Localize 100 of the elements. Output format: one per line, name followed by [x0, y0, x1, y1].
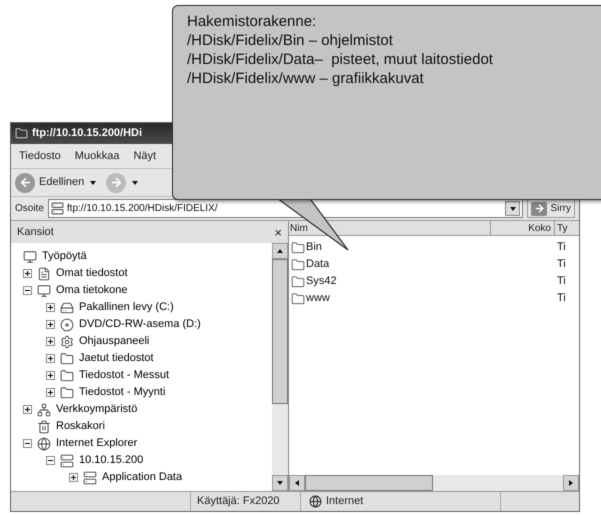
- collapse-toggle[interactable]: [23, 286, 32, 295]
- scroll-left-icon: [293, 479, 301, 487]
- drive-icon: [60, 300, 74, 314]
- callout-text: /HDisk/Fidelix/Bin – ohjelmistot: [187, 31, 394, 50]
- folder-icon: [291, 292, 305, 306]
- collapse-toggle[interactable]: [46, 456, 55, 465]
- column-header[interactable]: Ty: [555, 221, 579, 235]
- trash-icon: [37, 420, 51, 434]
- menu-item[interactable]: Näyt: [133, 148, 156, 164]
- computer-icon: [37, 284, 51, 298]
- callout-text: /HDisk/Fidelix/Data– pisteet, muut laitostiedot: [187, 50, 494, 69]
- menu-item[interactable]: Muokkaa: [74, 148, 120, 164]
- document-icon: [37, 266, 51, 280]
- plus-icon: [47, 338, 54, 345]
- server-icon: [83, 470, 97, 484]
- tree-item[interactable]: Roskakori: [56, 418, 105, 435]
- table-cell-text: Ti: [556, 274, 566, 290]
- plus-icon: [47, 321, 54, 328]
- plus-icon: [47, 355, 54, 362]
- folder-icon: [60, 368, 74, 382]
- server-icon: [50, 202, 64, 215]
- plus-icon: [24, 270, 31, 277]
- monitor-icon: [23, 250, 37, 264]
- caret-icon: [508, 204, 517, 212]
- menu-item[interactable]: Tiedosto: [19, 148, 61, 164]
- folder-icon: [60, 352, 74, 366]
- tree-item[interactable]: Oma tietokone: [56, 282, 128, 299]
- back-arrow-icon: [18, 176, 32, 189]
- vertical-scrollbar[interactable]: [272, 243, 288, 491]
- status-zone: Internet: [326, 494, 364, 510]
- tree-item[interactable]: Internet Explorer: [56, 435, 138, 452]
- status-text: Käyttäjä: Fx2020: [191, 492, 301, 511]
- plus-icon: [47, 389, 54, 396]
- plus-icon: [70, 474, 77, 481]
- plus-icon: [24, 406, 31, 413]
- tree-item[interactable]: Jaetut tiedostot: [79, 350, 154, 367]
- address-field[interactable]: ftp://10.10.15.200/HDisk/FIDELIX/: [48, 199, 524, 218]
- network-icon: [37, 402, 51, 416]
- expand-toggle[interactable]: [23, 405, 32, 414]
- tree-item[interactable]: Tiedostot - Messut: [79, 367, 170, 384]
- gear-icon: [60, 334, 74, 348]
- folder-icon: [60, 386, 74, 400]
- scroll-thumb[interactable]: [272, 259, 288, 404]
- go-arrow-icon: [534, 203, 545, 214]
- expand-toggle[interactable]: [46, 354, 55, 363]
- table-cell-text: Ti: [556, 257, 566, 272]
- expand-toggle[interactable]: [46, 371, 55, 380]
- tree-item[interactable]: Verkkoympäristö: [56, 401, 138, 418]
- minus-icon: [47, 457, 54, 464]
- forward-arrow-icon: [110, 176, 123, 189]
- plus-icon: [47, 372, 54, 379]
- file-name[interactable]: Bin: [306, 239, 322, 256]
- file-name[interactable]: Data: [306, 256, 330, 273]
- expand-toggle[interactable]: [69, 473, 78, 482]
- dropdown-button[interactable]: [505, 201, 520, 216]
- dropdown-arrow-icon: [131, 178, 140, 186]
- column-header[interactable]: Koko: [491, 221, 555, 235]
- tree-item[interactable]: Ohjauspaneeli: [79, 333, 150, 350]
- minus-icon: [24, 440, 31, 447]
- collapse-toggle[interactable]: [23, 439, 32, 448]
- scroll-down-icon: [276, 479, 284, 487]
- address-value: ftp://10.10.15.200/HDisk/FIDELIX/: [66, 202, 218, 216]
- file-name[interactable]: www: [306, 290, 330, 307]
- disc-icon: [60, 318, 74, 332]
- scroll-up-icon: [276, 247, 284, 255]
- window-title: ftp://10.10.15.200/HDi: [32, 126, 142, 142]
- tree-item[interactable]: Työpöytä: [42, 248, 87, 265]
- horizontal-scrollbar[interactable]: [289, 475, 579, 491]
- close-button[interactable]: ×: [274, 226, 282, 238]
- folder-icon: [15, 127, 28, 140]
- expand-toggle[interactable]: [46, 388, 55, 397]
- callout-text: Hakemistorakenne:: [187, 12, 318, 31]
- address-label: Osoite: [15, 202, 44, 216]
- tree-item[interactable]: Omat tiedostot: [56, 265, 128, 282]
- expand-toggle[interactable]: [46, 303, 55, 312]
- tree-item[interactable]: Application Data: [102, 469, 182, 486]
- back-button[interactable]: Edellinen: [15, 172, 84, 192]
- globe-icon: [37, 436, 51, 450]
- pane-title: Kansiot: [17, 224, 54, 240]
- expand-toggle[interactable]: [46, 337, 55, 346]
- scroll-thumb[interactable]: [305, 475, 433, 491]
- globe-icon: [309, 495, 322, 508]
- server-icon: [60, 454, 74, 468]
- plus-icon: [47, 304, 54, 311]
- folder-icon: [291, 274, 305, 288]
- tree-item[interactable]: DVD/CD-RW-asema (D:): [79, 316, 201, 333]
- file-name[interactable]: Sys42: [306, 273, 337, 290]
- tree-item[interactable]: Tiedostot - Myynti: [79, 384, 166, 401]
- scroll-right-icon: [567, 479, 575, 487]
- callout-text: /HDisk/Fidelix/www – grafiikkakuvat: [187, 69, 425, 88]
- folder-icon: [291, 258, 305, 272]
- tree-item[interactable]: 10.10.15.200: [79, 452, 144, 469]
- minus-icon: [24, 287, 31, 294]
- expand-toggle[interactable]: [23, 269, 32, 278]
- table-cell-text: Ti: [556, 291, 566, 306]
- tree-item[interactable]: Pakallinen levy (C:): [79, 299, 174, 316]
- expand-toggle[interactable]: [46, 320, 55, 329]
- table-cell-text: Ti: [556, 240, 566, 256]
- folder-icon: [291, 240, 305, 254]
- dropdown-arrow-icon: [89, 178, 98, 186]
